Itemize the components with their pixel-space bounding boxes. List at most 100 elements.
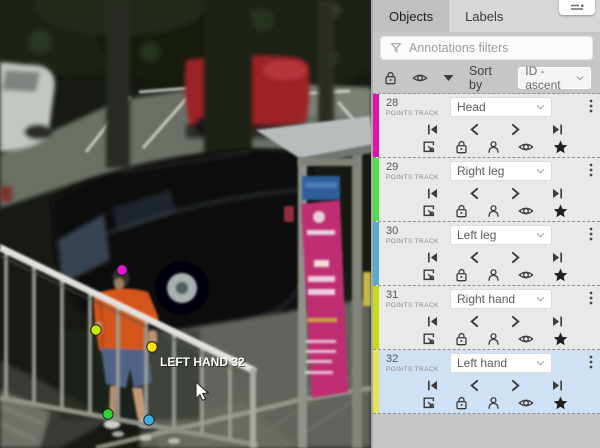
keyframe-star-button[interactable] — [553, 140, 568, 154]
prev-keyframe-button[interactable] — [469, 251, 480, 264]
last-keyframe-button[interactable] — [551, 315, 564, 328]
person-icon — [487, 204, 500, 218]
object-card[interactable]: 28 POINTS TRACK Head — [373, 94, 600, 158]
object-menu-button[interactable] — [588, 97, 594, 118]
filter-placeholder: Annotations filters — [409, 41, 508, 55]
annotation-point-right-hand[interactable] — [91, 325, 101, 335]
global-controls-row: Sort by ID - ascent — [373, 63, 600, 93]
chevron-left-icon — [469, 315, 480, 328]
next-keyframe-button[interactable] — [510, 251, 521, 264]
object-card[interactable]: 29 POINTS TRACK Right leg — [373, 158, 600, 222]
sort-select[interactable]: ID - ascent — [518, 67, 591, 89]
keyframe-star-button[interactable] — [553, 396, 568, 410]
hide-button[interactable] — [518, 333, 534, 345]
caret-down-icon — [443, 74, 454, 82]
object-label-select[interactable]: Left leg — [450, 225, 552, 245]
object-label-value: Left hand — [457, 356, 507, 370]
last-keyframe-button[interactable] — [551, 251, 564, 264]
object-card-header: 31 POINTS TRACK Right hand — [386, 289, 594, 310]
outside-button[interactable] — [422, 204, 436, 218]
occluded-button[interactable] — [487, 140, 500, 154]
hide-button[interactable] — [518, 397, 534, 409]
outside-button[interactable] — [422, 140, 436, 154]
object-label-select[interactable]: Right leg — [450, 161, 552, 181]
object-menu-button[interactable] — [588, 161, 594, 182]
collapse-all-button[interactable] — [443, 74, 454, 82]
annotation-point-left-hand[interactable] — [147, 342, 157, 352]
lock-icon — [455, 204, 468, 218]
list-lines-icon — [570, 4, 584, 12]
eye-icon — [412, 72, 428, 84]
appearance-menu-button[interactable] — [559, 0, 595, 15]
hide-all-button[interactable] — [412, 72, 428, 84]
last-keyframe-button[interactable] — [551, 123, 564, 136]
keyframe-star-button[interactable] — [553, 332, 568, 346]
object-label-value: Head — [457, 100, 486, 114]
lock-button[interactable] — [455, 268, 468, 282]
object-menu-button[interactable] — [588, 289, 594, 310]
outside-button[interactable] — [422, 268, 436, 282]
occluded-button[interactable] — [487, 204, 500, 218]
object-type: POINTS TRACK — [386, 111, 444, 118]
annotation-point-right-leg[interactable] — [103, 409, 113, 419]
prev-keyframe-button[interactable] — [469, 379, 480, 392]
first-keyframe-button[interactable] — [426, 123, 439, 136]
object-label-select[interactable]: Head — [450, 97, 552, 117]
first-keyframe-button[interactable] — [426, 187, 439, 200]
hide-button[interactable] — [518, 269, 534, 281]
annotations-filter-input[interactable]: Annotations filters — [380, 36, 593, 60]
first-keyframe-button[interactable] — [426, 379, 439, 392]
next-keyframe-button[interactable] — [510, 187, 521, 200]
hide-button[interactable] — [518, 205, 534, 217]
prev-keyframe-button[interactable] — [469, 187, 480, 200]
next-keyframe-button[interactable] — [510, 379, 521, 392]
object-card[interactable]: 30 POINTS TRACK Left leg — [373, 222, 600, 286]
annotation-point-head[interactable] — [117, 265, 127, 275]
video-canvas[interactable]: LEFT HAND 32 LEFT HAND 32 — [0, 0, 371, 448]
last-keyframe-button[interactable] — [551, 379, 564, 392]
object-label-value: Right hand — [457, 292, 515, 306]
object-card-header: 30 POINTS TRACK Left leg — [386, 225, 594, 246]
keyframe-nav-row — [386, 246, 594, 265]
occluded-button[interactable] — [487, 332, 500, 346]
person-icon — [487, 332, 500, 346]
lock-icon — [455, 140, 468, 154]
lock-all-button[interactable] — [384, 71, 397, 85]
object-id: 30 — [386, 226, 444, 237]
outside-button[interactable] — [422, 396, 436, 410]
object-type: POINTS TRACK — [386, 367, 444, 374]
lock-button[interactable] — [455, 204, 468, 218]
filter-row: Annotations filters — [373, 32, 600, 63]
occluded-button[interactable] — [487, 396, 500, 410]
next-keyframe-button[interactable] — [510, 315, 521, 328]
lock-button[interactable] — [455, 396, 468, 410]
chevron-right-icon — [510, 379, 521, 392]
annotation-point-left-leg[interactable] — [144, 415, 154, 425]
skip-to-first-icon — [426, 315, 439, 328]
sort-by-label: Sort by — [469, 64, 503, 92]
lock-button[interactable] — [455, 332, 468, 346]
object-card[interactable]: 31 POINTS TRACK Right hand — [373, 286, 600, 350]
object-label-select[interactable]: Right hand — [450, 289, 552, 309]
hide-button[interactable] — [518, 141, 534, 153]
object-menu-button[interactable] — [588, 225, 594, 246]
tab-objects[interactable]: Objects — [373, 0, 449, 32]
object-menu-button[interactable] — [588, 353, 594, 374]
tab-labels[interactable]: Labels — [449, 0, 519, 32]
keyframe-star-button[interactable] — [553, 204, 568, 218]
object-card[interactable]: 32 POINTS TRACK Left hand — [373, 350, 600, 414]
prev-keyframe-button[interactable] — [469, 315, 480, 328]
eye-icon — [518, 397, 534, 409]
outside-button[interactable] — [422, 332, 436, 346]
prev-keyframe-button[interactable] — [469, 123, 480, 136]
square-arrow-icon — [422, 268, 436, 282]
lock-button[interactable] — [455, 140, 468, 154]
video-frame: LEFT HAND 32 LEFT HAND 32 — [0, 0, 371, 448]
next-keyframe-button[interactable] — [510, 123, 521, 136]
occluded-button[interactable] — [487, 268, 500, 282]
first-keyframe-button[interactable] — [426, 251, 439, 264]
first-keyframe-button[interactable] — [426, 315, 439, 328]
object-label-select[interactable]: Left hand — [450, 353, 552, 373]
keyframe-star-button[interactable] — [553, 268, 568, 282]
last-keyframe-button[interactable] — [551, 187, 564, 200]
